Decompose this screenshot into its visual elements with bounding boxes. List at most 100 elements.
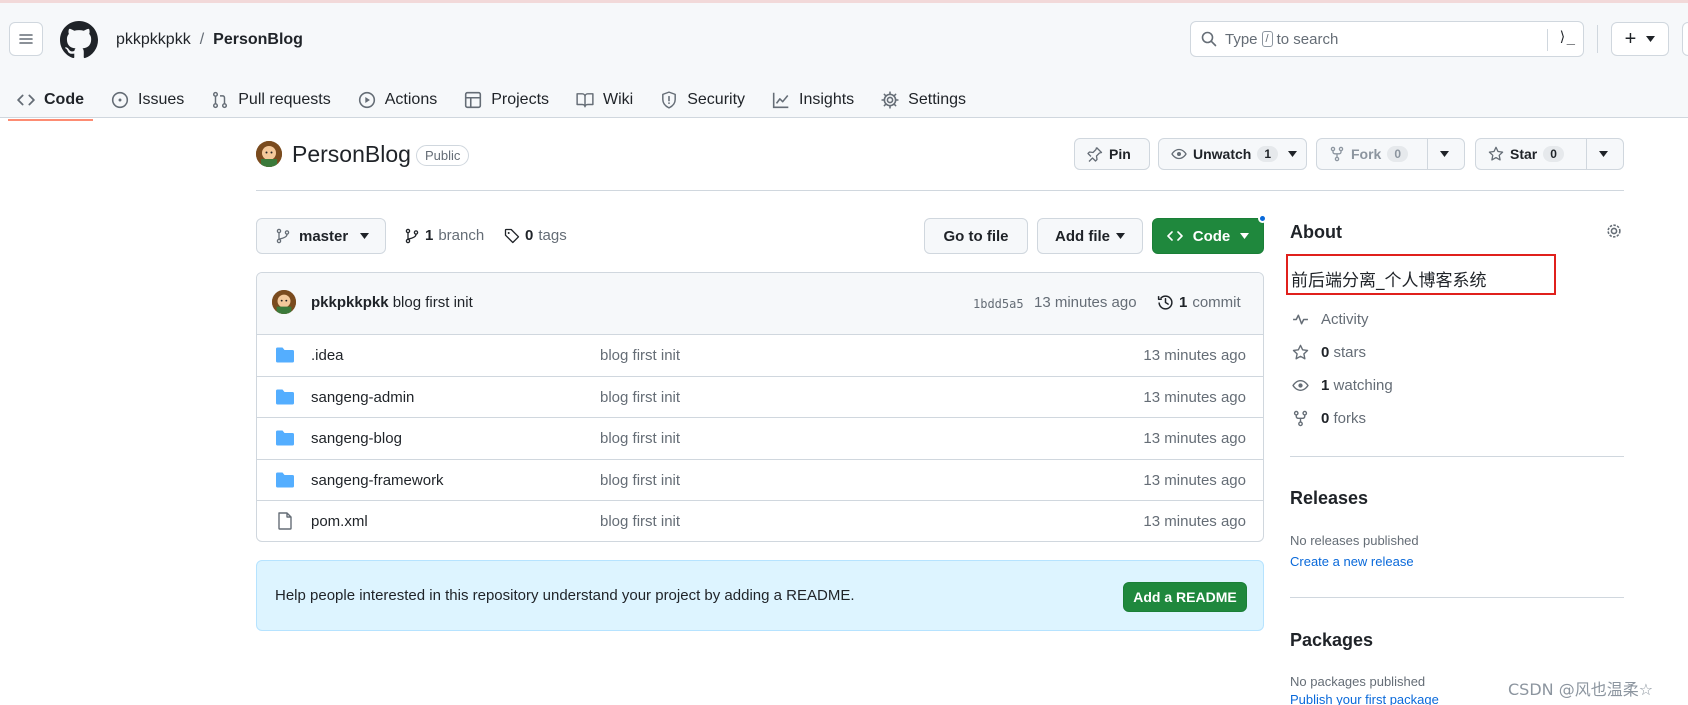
star-count: 0 xyxy=(1543,146,1564,162)
activity-label: Activity xyxy=(1321,311,1369,328)
tab-label: Settings xyxy=(908,91,966,108)
fork-button[interactable]: Fork 0 xyxy=(1316,138,1465,170)
branch-selector[interactable]: master xyxy=(256,218,386,254)
tab-insights[interactable]: Insights xyxy=(763,83,863,117)
watching-label: watching xyxy=(1333,377,1393,394)
file-name[interactable]: sangeng-blog xyxy=(311,430,402,447)
commit-sha[interactable]: 1bdd5a5 xyxy=(973,297,1024,311)
repo-description: 前后端分离_个人博客系统 xyxy=(1291,271,1487,291)
tags-link[interactable]: 0 tags xyxy=(504,227,567,244)
gear-icon[interactable] xyxy=(1605,222,1623,240)
tab-settings[interactable]: Settings xyxy=(872,83,975,117)
add-file-label: Add file xyxy=(1055,227,1110,245)
stars-link[interactable]: 0 stars xyxy=(1292,344,1366,361)
caret-down-icon xyxy=(1240,233,1250,239)
star-button[interactable]: Star 0 xyxy=(1475,138,1624,170)
forks-link[interactable]: 0 forks xyxy=(1292,410,1366,427)
caret-down-icon xyxy=(1440,151,1449,157)
add-file-button[interactable]: Add file xyxy=(1037,218,1143,254)
title-divider xyxy=(256,190,1624,191)
github-logo-icon[interactable] xyxy=(60,21,98,59)
folder-icon xyxy=(276,430,294,446)
branch-icon xyxy=(276,228,290,244)
global-header: pkkpkkpkk / PersonBlog Type / to search … xyxy=(0,3,1688,121)
header-divider xyxy=(1597,25,1598,53)
tab-security[interactable]: Security xyxy=(651,83,754,117)
caret-down-icon xyxy=(1288,151,1298,157)
no-releases-text: No releases published xyxy=(1290,533,1419,548)
create-new-button[interactable]: + xyxy=(1611,22,1669,56)
menu-button[interactable] xyxy=(9,22,43,56)
notification-dot xyxy=(1258,214,1267,223)
file-time: 13 minutes ago xyxy=(1143,471,1246,489)
fork-icon xyxy=(1293,410,1308,427)
create-release-link[interactable]: Create a new release xyxy=(1290,554,1414,569)
file-name[interactable]: sangeng-admin xyxy=(311,389,414,406)
activity-link[interactable]: Activity xyxy=(1292,311,1369,328)
file-name[interactable]: sangeng-framework xyxy=(311,472,444,489)
file-row[interactable]: sangeng-admin blog first init 13 minutes… xyxy=(257,377,1263,418)
caret-down-icon xyxy=(1646,36,1656,42)
commit-author[interactable]: pkkpkkpkk xyxy=(311,294,389,311)
search-placeholder-end: to search xyxy=(1276,30,1339,48)
issues-shortcut-button[interactable] xyxy=(1682,22,1688,56)
owner-avatar[interactable] xyxy=(256,141,282,167)
readme-banner: Help people interested in this repositor… xyxy=(256,560,1264,631)
sidebar-divider xyxy=(1290,597,1624,598)
file-row[interactable]: sangeng-blog blog first init 13 minutes … xyxy=(257,418,1263,460)
releases-heading[interactable]: Releases xyxy=(1290,488,1368,509)
file-commit-message[interactable]: blog first init xyxy=(600,472,680,489)
tab-issues[interactable]: Issues xyxy=(102,83,193,117)
go-to-file-button[interactable]: Go to file xyxy=(924,218,1028,254)
branches-link[interactable]: 1 branch xyxy=(404,227,484,244)
tab-pull-requests[interactable]: Pull requests xyxy=(202,83,340,117)
file-commit-message[interactable]: blog first init xyxy=(600,430,680,447)
commit-author-avatar[interactable] xyxy=(272,290,296,314)
history-icon xyxy=(1157,295,1173,310)
code-icon xyxy=(1166,231,1183,241)
tab-projects[interactable]: Projects xyxy=(455,83,558,117)
file-commit-message[interactable]: blog first init xyxy=(600,347,680,364)
owner-link[interactable]: pkkpkkpkk xyxy=(116,31,191,49)
tab-label: Code xyxy=(44,91,84,108)
plus-icon: + xyxy=(1624,27,1637,50)
breadcrumb: pkkpkkpkk / PersonBlog xyxy=(116,31,303,49)
pulse-icon xyxy=(1293,314,1308,325)
publish-package-link[interactable]: Publish your first package xyxy=(1290,692,1439,705)
star-dropdown[interactable] xyxy=(1586,139,1620,169)
tab-code[interactable]: Code xyxy=(8,83,93,121)
file-commit-message[interactable]: blog first init xyxy=(600,389,680,406)
forks-count: 0 xyxy=(1321,410,1330,427)
commit-summary: pkkpkkpkk blog first init xyxy=(311,294,473,311)
file-name[interactable]: .idea xyxy=(311,347,344,364)
repo-link[interactable]: PersonBlog xyxy=(213,31,303,49)
pin-button[interactable]: Pin xyxy=(1074,138,1150,170)
command-palette-icon[interactable]: ⟩_ xyxy=(1558,29,1575,45)
code-button[interactable]: Code xyxy=(1152,218,1264,254)
search-input[interactable]: Type / to search ⟩_ xyxy=(1190,21,1584,57)
watching-link[interactable]: 1 watching xyxy=(1292,377,1393,394)
file-name[interactable]: pom.xml xyxy=(311,513,368,530)
unwatch-button[interactable]: Unwatch 1 xyxy=(1158,138,1307,170)
caret-down-icon xyxy=(1116,233,1125,239)
stars-label: stars xyxy=(1333,344,1367,361)
tab-wiki[interactable]: Wiki xyxy=(567,83,642,117)
add-readme-button[interactable]: Add a README xyxy=(1123,582,1247,612)
search-divider xyxy=(1547,29,1548,51)
repo-title[interactable]: PersonBlog xyxy=(292,141,411,168)
file-commit-message[interactable]: blog first init xyxy=(600,513,680,530)
file-row[interactable]: .idea blog first init 13 minutes ago xyxy=(257,335,1263,377)
commit-history-link[interactable]: 1 commit xyxy=(1157,294,1241,311)
file-time: 13 minutes ago xyxy=(1143,347,1246,364)
file-row[interactable]: pom.xml blog first init 13 minutes ago xyxy=(257,501,1263,541)
tag-count-label: tags xyxy=(538,227,567,244)
tab-actions[interactable]: Actions xyxy=(349,83,446,117)
no-packages-text: No packages published xyxy=(1290,674,1426,689)
commit-message[interactable]: blog first init xyxy=(393,294,473,311)
fork-dropdown[interactable] xyxy=(1427,139,1461,169)
commit-time: 13 minutes ago xyxy=(1034,294,1137,311)
packages-heading[interactable]: Packages xyxy=(1290,630,1373,651)
search-shortcut-key: / xyxy=(1261,31,1273,47)
star-label: Star xyxy=(1510,146,1538,162)
file-row[interactable]: sangeng-framework blog first init 13 min… xyxy=(257,460,1263,501)
